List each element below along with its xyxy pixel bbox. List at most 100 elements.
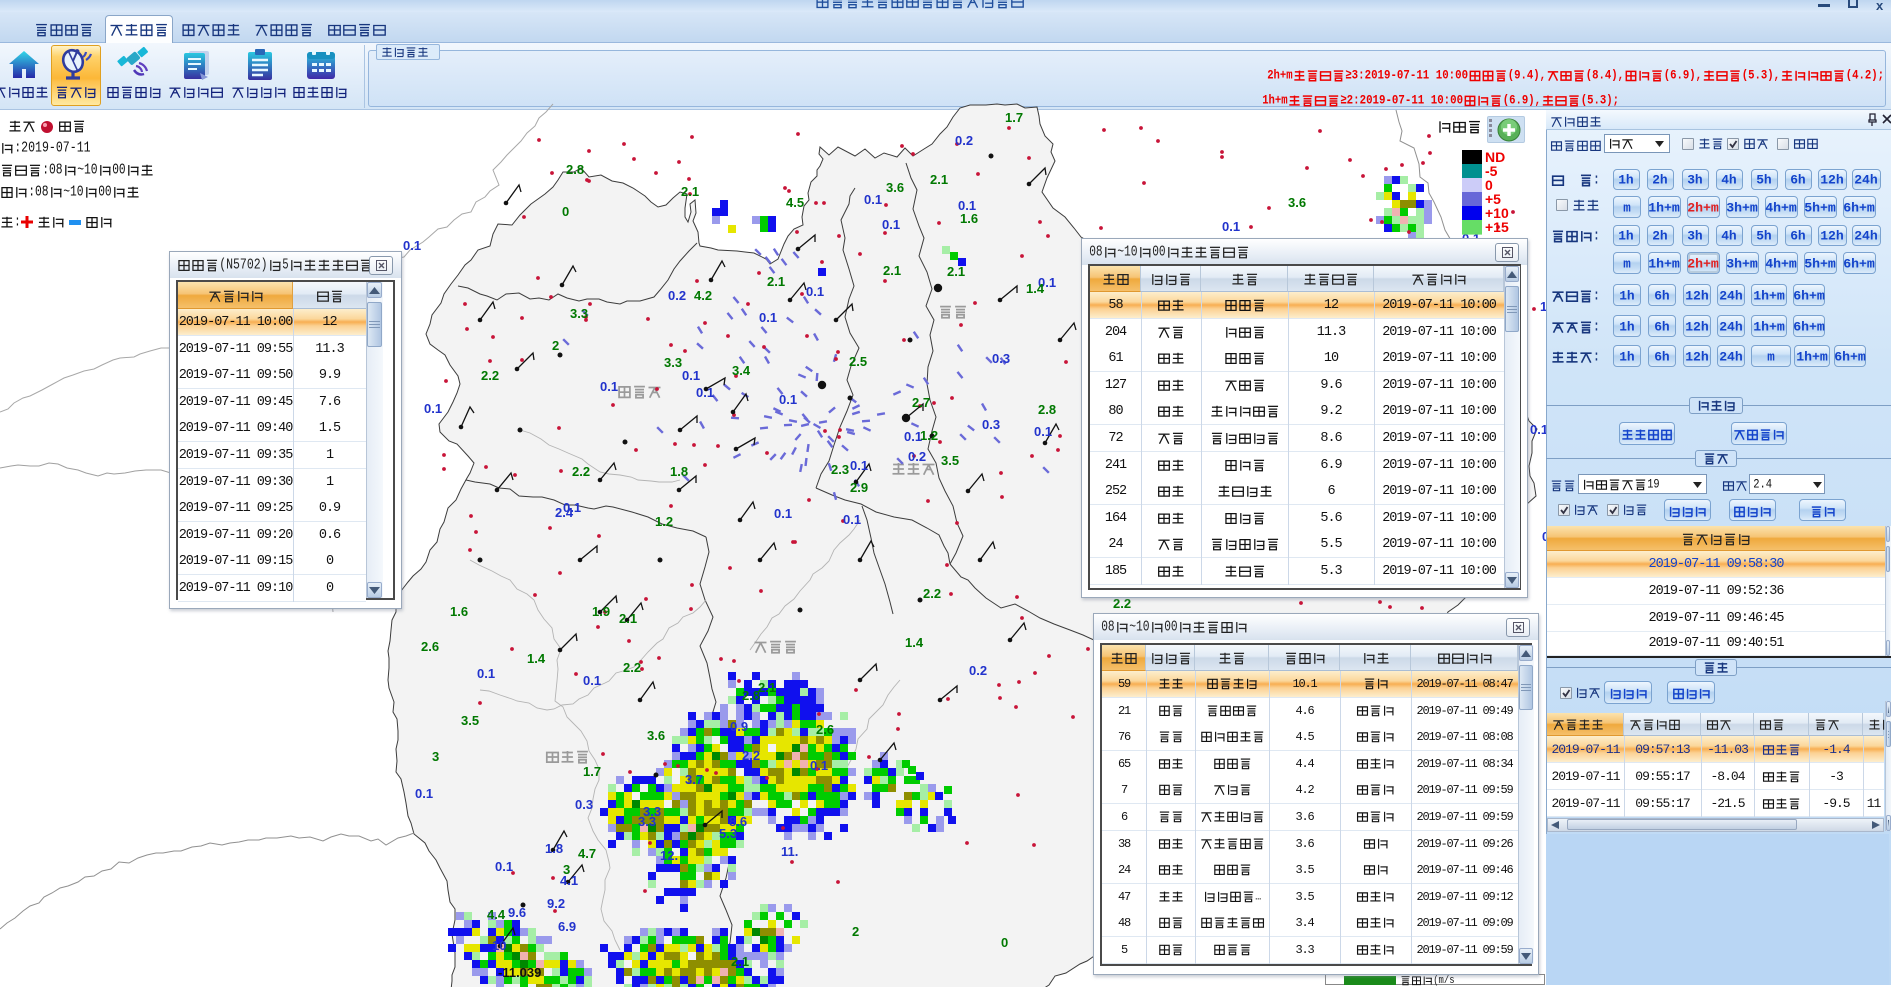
svg-text:6h: 6h (1654, 319, 1670, 334)
svg-text:2.1: 2.1 (619, 611, 637, 626)
svg-text:24h: 24h (1719, 349, 1743, 364)
svg-text:4.2: 4.2 (694, 288, 712, 303)
svg-text:1.7: 1.7 (583, 764, 601, 779)
svg-text:6h: 6h (1654, 288, 1670, 303)
svg-text:2.2: 2.2 (623, 660, 641, 675)
svg-text:12h: 12h (1685, 349, 1709, 364)
svg-text:0.1: 0.1 (810, 758, 828, 773)
svg-text:0: 0 (562, 204, 569, 219)
svg-text:2.6: 2.6 (816, 722, 834, 737)
svg-text:2.2: 2.2 (1113, 596, 1131, 611)
svg-text:11.: 11. (781, 844, 798, 859)
svg-text:0.1: 0.1 (403, 238, 421, 253)
svg-text:2.2: 2.2 (481, 368, 499, 383)
svg-text:0.2: 0.2 (668, 288, 686, 303)
svg-text:0.1: 0.1 (882, 217, 900, 232)
svg-text:0.3: 0.3 (992, 351, 1010, 366)
svg-text:3.5: 3.5 (941, 453, 959, 468)
svg-text::: : (1593, 320, 1599, 336)
svg-text:2.1: 2.1 (681, 184, 699, 199)
svg-text:~10: ~10 (63, 185, 83, 201)
svg-text:24h: 24h (1719, 288, 1743, 303)
svg-text:1.2: 1.2 (920, 428, 938, 443)
svg-text:12h: 12h (1685, 319, 1709, 334)
svg-text:1.4: 1.4 (527, 651, 546, 666)
svg-text::: : (1593, 173, 1599, 189)
svg-text:24h: 24h (1855, 173, 1879, 188)
svg-text:2.2: 2.2 (742, 748, 760, 763)
svg-text:1.7: 1.7 (1005, 110, 1023, 125)
svg-text::08: :08 (42, 163, 62, 179)
svg-text:2.9: 2.9 (850, 480, 868, 495)
svg-text:5: 5 (282, 258, 288, 274)
svg-text:3.3: 3.3 (638, 814, 656, 829)
svg-text:0.1: 0.1 (806, 284, 824, 299)
svg-text:00: 00 (112, 163, 125, 179)
svg-text:(5.3);: (5.3); (1581, 93, 1619, 108)
svg-text:1h: 1h (1619, 173, 1635, 188)
svg-text::: : (1593, 289, 1599, 305)
svg-text:2h+m: 2h+m (1688, 200, 1720, 215)
svg-text:2.1: 2.1 (767, 274, 785, 289)
svg-text:3.3: 3.3 (570, 306, 588, 321)
svg-text:3.6: 3.6 (886, 180, 904, 195)
svg-text:0: 0 (1001, 935, 1008, 950)
svg-text:5h+m: 5h+m (1805, 200, 1837, 215)
svg-text:24h: 24h (1855, 229, 1879, 244)
svg-text:1.6: 1.6 (450, 604, 468, 619)
svg-text:2: 2 (852, 924, 859, 939)
svg-text::: : (1593, 229, 1599, 245)
svg-text:4.4: 4.4 (487, 907, 506, 922)
svg-text:1.9: 1.9 (592, 604, 610, 619)
svg-text:10: 10 (492, 938, 506, 953)
svg-text:2h+m: 2h+m (1267, 68, 1292, 83)
svg-text:6.9: 6.9 (558, 919, 576, 934)
svg-text:2.1: 2.1 (947, 264, 965, 279)
svg-text:5h+m: 5h+m (1805, 256, 1837, 271)
svg-text:0.1: 0.1 (1034, 424, 1052, 439)
svg-text::2019-07-11: :2019-07-11 (14, 141, 90, 157)
svg-text:6h+m: 6h+m (1834, 349, 1866, 364)
svg-text::: : (1593, 350, 1599, 366)
svg-text:6h: 6h (1654, 349, 1670, 364)
svg-text:…: … (1255, 888, 1261, 903)
svg-text:4.1: 4.1 (560, 873, 578, 888)
svg-text:0.1: 0.1 (477, 666, 495, 681)
svg-text:2h: 2h (1653, 173, 1669, 188)
svg-text:00: 00 (1152, 245, 1165, 261)
svg-text:3h: 3h (1688, 173, 1704, 188)
svg-text:3.4: 3.4 (732, 363, 751, 378)
svg-text:m: m (1623, 256, 1631, 271)
svg-text:0.1: 0.1 (495, 859, 513, 874)
svg-text:(6.9),: (6.9), (1663, 68, 1701, 83)
svg-text:0.1: 0.1 (1222, 219, 1240, 234)
svg-text::08: :08 (28, 185, 48, 201)
svg-text:2.6: 2.6 (421, 639, 439, 654)
svg-text:3.6: 3.6 (647, 728, 665, 743)
svg-text:3.6: 3.6 (1288, 195, 1306, 210)
svg-text:0.1: 0.1 (696, 385, 714, 400)
svg-text:4h+m: 4h+m (1766, 200, 1798, 215)
svg-text:2.1: 2.1 (883, 263, 901, 278)
svg-text:08: 08 (1089, 245, 1102, 261)
svg-text:5h: 5h (1757, 229, 1773, 244)
svg-text:12.: 12. (660, 848, 678, 863)
svg-text:3: 3 (432, 749, 439, 764)
svg-text:3.5: 3.5 (461, 713, 479, 728)
svg-text:2.4: 2.4 (555, 505, 574, 520)
svg-text:1h+m: 1h+m (1753, 319, 1785, 334)
svg-text:3.7: 3.7 (685, 772, 703, 787)
svg-text:2.8: 2.8 (1038, 402, 1056, 417)
svg-text:2h+m: 2h+m (1688, 256, 1720, 271)
svg-text:1h: 1h (1619, 319, 1635, 334)
svg-text:m: m (1767, 349, 1775, 364)
svg-text:0.1: 0.1 (600, 379, 618, 394)
svg-text:2.2: 2.2 (923, 586, 941, 601)
svg-text:2: 2 (552, 338, 559, 353)
svg-text:+15: +15 (1485, 219, 1509, 235)
svg-text:9.6: 9.6 (508, 905, 526, 920)
svg-text:12h: 12h (1821, 229, 1845, 244)
svg-text:3h+m: 3h+m (1727, 256, 1759, 271)
svg-text:1h+m: 1h+m (1753, 288, 1785, 303)
svg-text:(6.9),: (6.9), (1503, 93, 1541, 108)
